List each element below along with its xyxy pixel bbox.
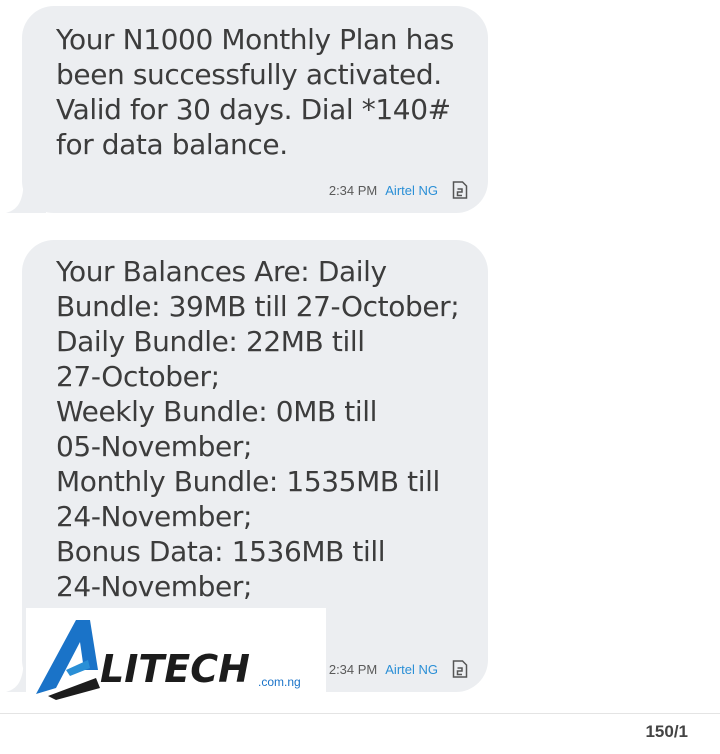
bubble-tail bbox=[6, 173, 46, 213]
watermark-logo: LITECH .com.ng bbox=[26, 608, 326, 712]
footer-divider bbox=[0, 713, 720, 714]
message-meta: 2:34 PM Airtel NG bbox=[329, 181, 468, 199]
logo-brand-text: LITECH bbox=[100, 647, 250, 691]
message-time: 2:34 PM bbox=[328, 661, 378, 677]
message-sender: Airtel NG bbox=[385, 182, 438, 198]
message-sender: Airtel NG bbox=[385, 661, 438, 677]
message-bubble[interactable]: Your N1000 Monthly Plan has been success… bbox=[6, 6, 488, 213]
logo-domain-text: .com.ng bbox=[258, 675, 301, 689]
sim-card-2-icon bbox=[452, 181, 468, 199]
sim-card-2-icon bbox=[452, 660, 468, 678]
message-time: 2:34 PM bbox=[328, 182, 378, 198]
character-counter: 150/1 bbox=[645, 722, 688, 741]
message-text: Your N1000 Monthly Plan has been success… bbox=[56, 23, 454, 161]
message-meta: 2:34 PM Airtel NG bbox=[329, 660, 468, 678]
alitech-logo: LITECH .com.ng bbox=[36, 620, 301, 700]
message-text: Your Balances Are: Daily Bundle: 39MB ti… bbox=[56, 255, 460, 603]
